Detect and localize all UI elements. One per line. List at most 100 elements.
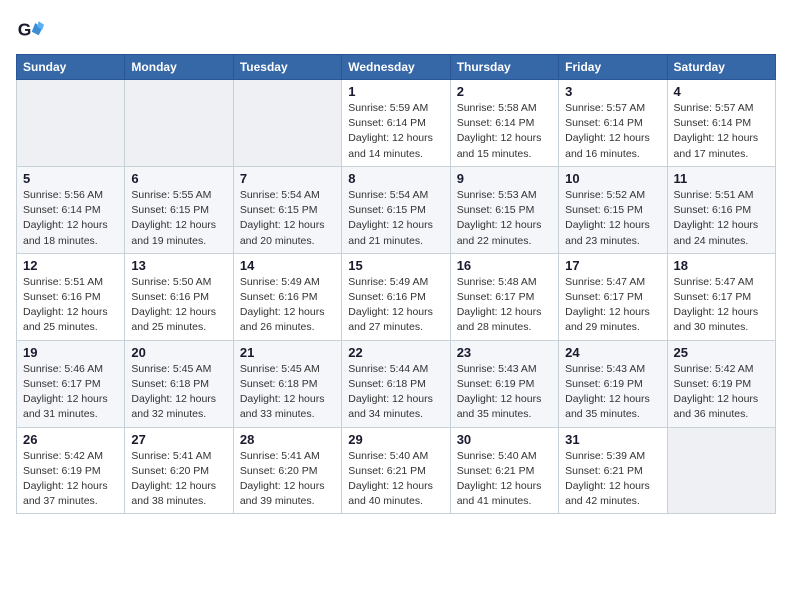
- day-info: Sunrise: 5:51 AM Sunset: 6:16 PM Dayligh…: [23, 275, 118, 336]
- day-number: 7: [240, 171, 335, 186]
- day-number: 23: [457, 345, 552, 360]
- calendar-cell: 17 Sunrise: 5:47 AM Sunset: 6:17 PM Dayli…: [559, 253, 667, 340]
- day-info: Sunrise: 5:47 AM Sunset: 6:17 PM Dayligh…: [565, 275, 660, 336]
- day-info: Sunrise: 5:56 AM Sunset: 6:14 PM Dayligh…: [23, 188, 118, 249]
- day-info: Sunrise: 5:39 AM Sunset: 6:21 PM Dayligh…: [565, 449, 660, 510]
- day-number: 5: [23, 171, 118, 186]
- weekday-thursday: Thursday: [450, 55, 558, 80]
- day-number: 15: [348, 258, 443, 273]
- calendar-week-3: 12 Sunrise: 5:51 AM Sunset: 6:16 PM Dayli…: [17, 253, 776, 340]
- day-info: Sunrise: 5:43 AM Sunset: 6:19 PM Dayligh…: [457, 362, 552, 423]
- calendar-header: SundayMondayTuesdayWednesdayThursdayFrid…: [17, 55, 776, 80]
- calendar-cell: [17, 80, 125, 167]
- day-info: Sunrise: 5:58 AM Sunset: 6:14 PM Dayligh…: [457, 101, 552, 162]
- calendar-cell: 15 Sunrise: 5:49 AM Sunset: 6:16 PM Dayli…: [342, 253, 450, 340]
- calendar-cell: 30Sunrise: 5:40 AM Sunset: 6:21 PM Dayli…: [450, 427, 558, 514]
- calendar-cell: 18 Sunrise: 5:47 AM Sunset: 6:17 PM Dayli…: [667, 253, 775, 340]
- day-info: Sunrise: 5:44 AM Sunset: 6:18 PM Dayligh…: [348, 362, 443, 423]
- day-info: Sunrise: 5:54 AM Sunset: 6:15 PM Dayligh…: [348, 188, 443, 249]
- calendar-cell: 3 Sunrise: 5:57 AM Sunset: 6:14 PM Daylig…: [559, 80, 667, 167]
- day-info: Sunrise: 5:49 AM Sunset: 6:16 PM Dayligh…: [348, 275, 443, 336]
- weekday-tuesday: Tuesday: [233, 55, 341, 80]
- day-info: Sunrise: 5:55 AM Sunset: 6:15 PM Dayligh…: [131, 188, 226, 249]
- day-info: Sunrise: 5:57 AM Sunset: 6:14 PM Dayligh…: [674, 101, 769, 162]
- day-info: Sunrise: 5:49 AM Sunset: 6:16 PM Dayligh…: [240, 275, 335, 336]
- day-number: 8: [348, 171, 443, 186]
- day-info: Sunrise: 5:47 AM Sunset: 6:17 PM Dayligh…: [674, 275, 769, 336]
- calendar-cell: 12 Sunrise: 5:51 AM Sunset: 6:16 PM Dayli…: [17, 253, 125, 340]
- logo: G: [16, 16, 48, 44]
- day-info: Sunrise: 5:52 AM Sunset: 6:15 PM Dayligh…: [565, 188, 660, 249]
- day-number: 4: [674, 84, 769, 99]
- calendar-cell: 8 Sunrise: 5:54 AM Sunset: 6:15 PM Daylig…: [342, 166, 450, 253]
- day-info: Sunrise: 5:57 AM Sunset: 6:14 PM Dayligh…: [565, 101, 660, 162]
- day-info: Sunrise: 5:48 AM Sunset: 6:17 PM Dayligh…: [457, 275, 552, 336]
- calendar-cell: [667, 427, 775, 514]
- day-number: 3: [565, 84, 660, 99]
- day-number: 19: [23, 345, 118, 360]
- calendar-cell: 29Sunrise: 5:40 AM Sunset: 6:21 PM Dayli…: [342, 427, 450, 514]
- day-number: 21: [240, 345, 335, 360]
- day-info: Sunrise: 5:42 AM Sunset: 6:19 PM Dayligh…: [674, 362, 769, 423]
- day-info: Sunrise: 5:54 AM Sunset: 6:15 PM Dayligh…: [240, 188, 335, 249]
- calendar-cell: 27Sunrise: 5:41 AM Sunset: 6:20 PM Dayli…: [125, 427, 233, 514]
- calendar-cell: 1 Sunrise: 5:59 AM Sunset: 6:14 PM Daylig…: [342, 80, 450, 167]
- calendar-cell: 14 Sunrise: 5:49 AM Sunset: 6:16 PM Dayli…: [233, 253, 341, 340]
- weekday-monday: Monday: [125, 55, 233, 80]
- day-number: 12: [23, 258, 118, 273]
- calendar-cell: 13 Sunrise: 5:50 AM Sunset: 6:16 PM Dayli…: [125, 253, 233, 340]
- day-number: 10: [565, 171, 660, 186]
- day-number: 25: [674, 345, 769, 360]
- day-number: 17: [565, 258, 660, 273]
- logo-icon: G: [16, 16, 44, 44]
- calendar-cell: 16 Sunrise: 5:48 AM Sunset: 6:17 PM Dayli…: [450, 253, 558, 340]
- day-number: 31: [565, 432, 660, 447]
- day-number: 11: [674, 171, 769, 186]
- calendar-week-1: 1 Sunrise: 5:59 AM Sunset: 6:14 PM Daylig…: [17, 80, 776, 167]
- day-number: 16: [457, 258, 552, 273]
- calendar-cell: 11Sunrise: 5:51 AM Sunset: 6:16 PM Dayli…: [667, 166, 775, 253]
- day-number: 1: [348, 84, 443, 99]
- calendar-body: 1 Sunrise: 5:59 AM Sunset: 6:14 PM Daylig…: [17, 80, 776, 514]
- calendar-cell: 26 Sunrise: 5:42 AM Sunset: 6:19 PM Dayli…: [17, 427, 125, 514]
- calendar-cell: 10 Sunrise: 5:52 AM Sunset: 6:15 PM Dayli…: [559, 166, 667, 253]
- calendar-week-2: 5 Sunrise: 5:56 AM Sunset: 6:14 PM Daylig…: [17, 166, 776, 253]
- day-number: 24: [565, 345, 660, 360]
- day-number: 28: [240, 432, 335, 447]
- weekday-sunday: Sunday: [17, 55, 125, 80]
- calendar-cell: 20Sunrise: 5:45 AM Sunset: 6:18 PM Dayli…: [125, 340, 233, 427]
- page-header: G: [16, 16, 776, 44]
- calendar-cell: 2Sunrise: 5:58 AM Sunset: 6:14 PM Daylig…: [450, 80, 558, 167]
- svg-text:G: G: [18, 19, 32, 39]
- day-info: Sunrise: 5:46 AM Sunset: 6:17 PM Dayligh…: [23, 362, 118, 423]
- weekday-header-row: SundayMondayTuesdayWednesdayThursdayFrid…: [17, 55, 776, 80]
- day-number: 26: [23, 432, 118, 447]
- calendar-cell: [233, 80, 341, 167]
- calendar-cell: 9 Sunrise: 5:53 AM Sunset: 6:15 PM Daylig…: [450, 166, 558, 253]
- day-info: Sunrise: 5:50 AM Sunset: 6:16 PM Dayligh…: [131, 275, 226, 336]
- calendar-cell: 25 Sunrise: 5:42 AM Sunset: 6:19 PM Dayli…: [667, 340, 775, 427]
- calendar-cell: 24Sunrise: 5:43 AM Sunset: 6:19 PM Dayli…: [559, 340, 667, 427]
- day-number: 14: [240, 258, 335, 273]
- calendar-cell: 19 Sunrise: 5:46 AM Sunset: 6:17 PM Dayli…: [17, 340, 125, 427]
- calendar-table: SundayMondayTuesdayWednesdayThursdayFrid…: [16, 54, 776, 514]
- calendar-week-4: 19 Sunrise: 5:46 AM Sunset: 6:17 PM Dayli…: [17, 340, 776, 427]
- day-info: Sunrise: 5:59 AM Sunset: 6:14 PM Dayligh…: [348, 101, 443, 162]
- calendar-cell: 21 Sunrise: 5:45 AM Sunset: 6:18 PM Dayli…: [233, 340, 341, 427]
- day-info: Sunrise: 5:40 AM Sunset: 6:21 PM Dayligh…: [348, 449, 443, 510]
- calendar-cell: 28 Sunrise: 5:41 AM Sunset: 6:20 PM Dayli…: [233, 427, 341, 514]
- day-number: 9: [457, 171, 552, 186]
- day-info: Sunrise: 5:41 AM Sunset: 6:20 PM Dayligh…: [240, 449, 335, 510]
- day-number: 30: [457, 432, 552, 447]
- calendar-cell: [125, 80, 233, 167]
- day-info: Sunrise: 5:45 AM Sunset: 6:18 PM Dayligh…: [240, 362, 335, 423]
- calendar-cell: 4 Sunrise: 5:57 AM Sunset: 6:14 PM Daylig…: [667, 80, 775, 167]
- calendar-cell: 5 Sunrise: 5:56 AM Sunset: 6:14 PM Daylig…: [17, 166, 125, 253]
- day-info: Sunrise: 5:42 AM Sunset: 6:19 PM Dayligh…: [23, 449, 118, 510]
- day-number: 6: [131, 171, 226, 186]
- weekday-wednesday: Wednesday: [342, 55, 450, 80]
- day-info: Sunrise: 5:41 AM Sunset: 6:20 PM Dayligh…: [131, 449, 226, 510]
- day-info: Sunrise: 5:53 AM Sunset: 6:15 PM Dayligh…: [457, 188, 552, 249]
- day-number: 18: [674, 258, 769, 273]
- day-number: 13: [131, 258, 226, 273]
